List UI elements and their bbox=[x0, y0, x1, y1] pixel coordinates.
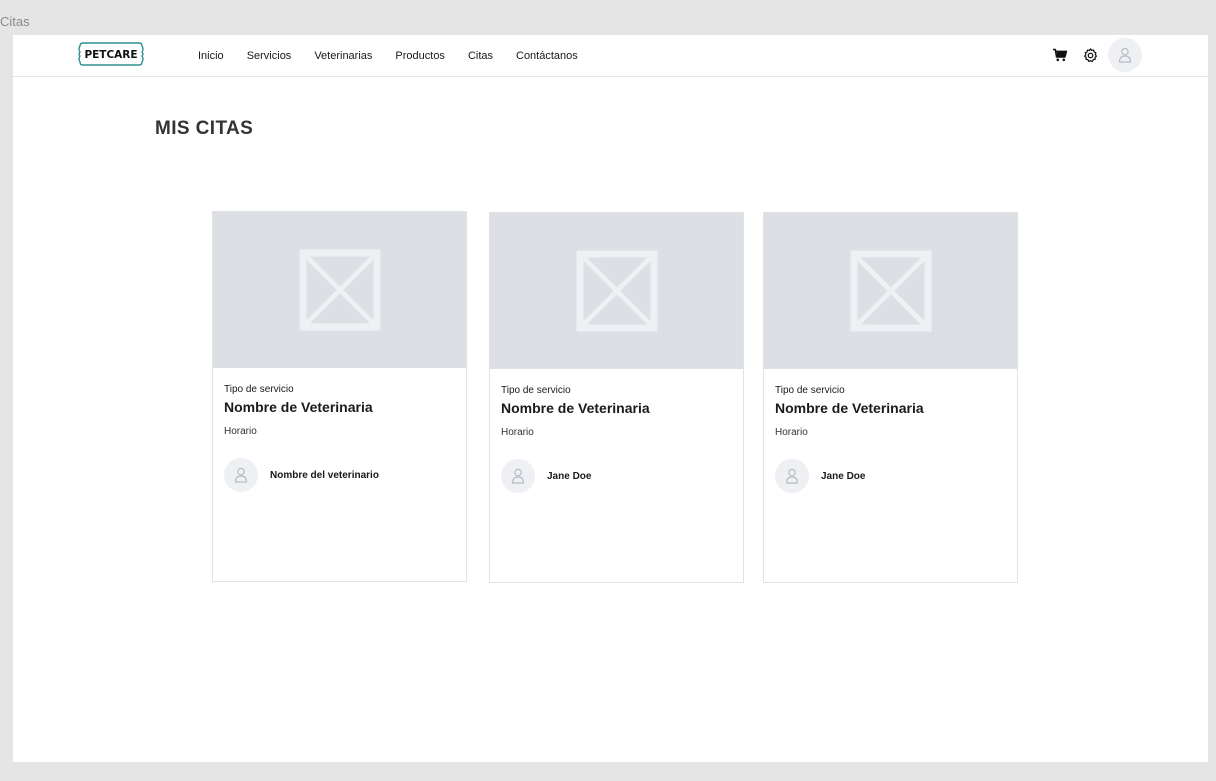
user-icon bbox=[785, 468, 799, 484]
schedule: Horario bbox=[775, 427, 808, 438]
image-placeholder bbox=[490, 213, 743, 369]
nav-link-servicios[interactable]: Servicios bbox=[247, 50, 292, 62]
logo-text: PETCARE bbox=[84, 49, 137, 61]
cart-icon[interactable] bbox=[1051, 46, 1069, 64]
vet-row: Nombre del veterinario bbox=[224, 458, 455, 492]
vet-name: Jane Doe bbox=[821, 470, 866, 482]
nav-link-inicio[interactable]: Inicio bbox=[198, 50, 224, 62]
vet-row: Jane Doe bbox=[775, 459, 1006, 493]
vet-avatar bbox=[501, 459, 535, 493]
image-placeholder bbox=[764, 213, 1017, 369]
user-icon bbox=[511, 468, 525, 484]
image-placeholder-icon bbox=[576, 250, 657, 332]
appointment-card[interactable]: Tipo de servicio Nombre de Veterinaria H… bbox=[763, 212, 1018, 583]
nav-links: Inicio Servicios Veterinarias Productos … bbox=[198, 35, 578, 76]
navbar: PETCARE Inicio Servicios Veterinarias Pr… bbox=[13, 35, 1208, 77]
schedule: Horario bbox=[224, 426, 257, 437]
schedule: Horario bbox=[501, 427, 534, 438]
nav-link-contactanos[interactable]: Contáctanos bbox=[516, 50, 578, 62]
user-icon bbox=[1118, 47, 1132, 63]
logo-badge: PETCARE bbox=[78, 42, 144, 66]
image-placeholder bbox=[213, 212, 466, 368]
service-type: Tipo de servicio bbox=[501, 385, 571, 396]
vet-name: Nombre del veterinario bbox=[270, 469, 379, 481]
image-placeholder-icon bbox=[299, 249, 380, 331]
appointment-card[interactable]: Tipo de servicio Nombre de Veterinaria H… bbox=[212, 211, 467, 582]
clinic-name: Nombre de Veterinaria bbox=[501, 400, 650, 416]
clinic-name: Nombre de Veterinaria bbox=[224, 399, 373, 415]
service-type: Tipo de servicio bbox=[224, 384, 294, 395]
gear-icon[interactable] bbox=[1081, 46, 1099, 64]
vet-row: Jane Doe bbox=[501, 459, 732, 493]
nav-link-productos[interactable]: Productos bbox=[395, 50, 445, 62]
nav-link-veterinarias[interactable]: Veterinarias bbox=[314, 50, 372, 62]
vet-avatar bbox=[224, 458, 258, 492]
frame-label: Citas bbox=[0, 14, 30, 29]
appointment-card[interactable]: Tipo de servicio Nombre de Veterinaria H… bbox=[489, 212, 744, 583]
clinic-name: Nombre de Veterinaria bbox=[775, 400, 924, 416]
vet-name: Jane Doe bbox=[547, 470, 592, 482]
app-frame: PETCARE Inicio Servicios Veterinarias Pr… bbox=[13, 35, 1208, 762]
petcare-logo[interactable]: PETCARE bbox=[77, 41, 145, 67]
service-type: Tipo de servicio bbox=[775, 385, 845, 396]
nav-link-citas[interactable]: Citas bbox=[468, 50, 493, 62]
vet-avatar bbox=[775, 459, 809, 493]
nav-actions bbox=[1051, 38, 1142, 72]
appointments-list: Tipo de servicio Nombre de Veterinaria H… bbox=[212, 211, 1022, 585]
user-icon bbox=[234, 467, 248, 483]
image-placeholder-icon bbox=[850, 250, 931, 332]
user-avatar[interactable] bbox=[1108, 38, 1142, 72]
page-title: MIS CITAS bbox=[155, 118, 254, 139]
